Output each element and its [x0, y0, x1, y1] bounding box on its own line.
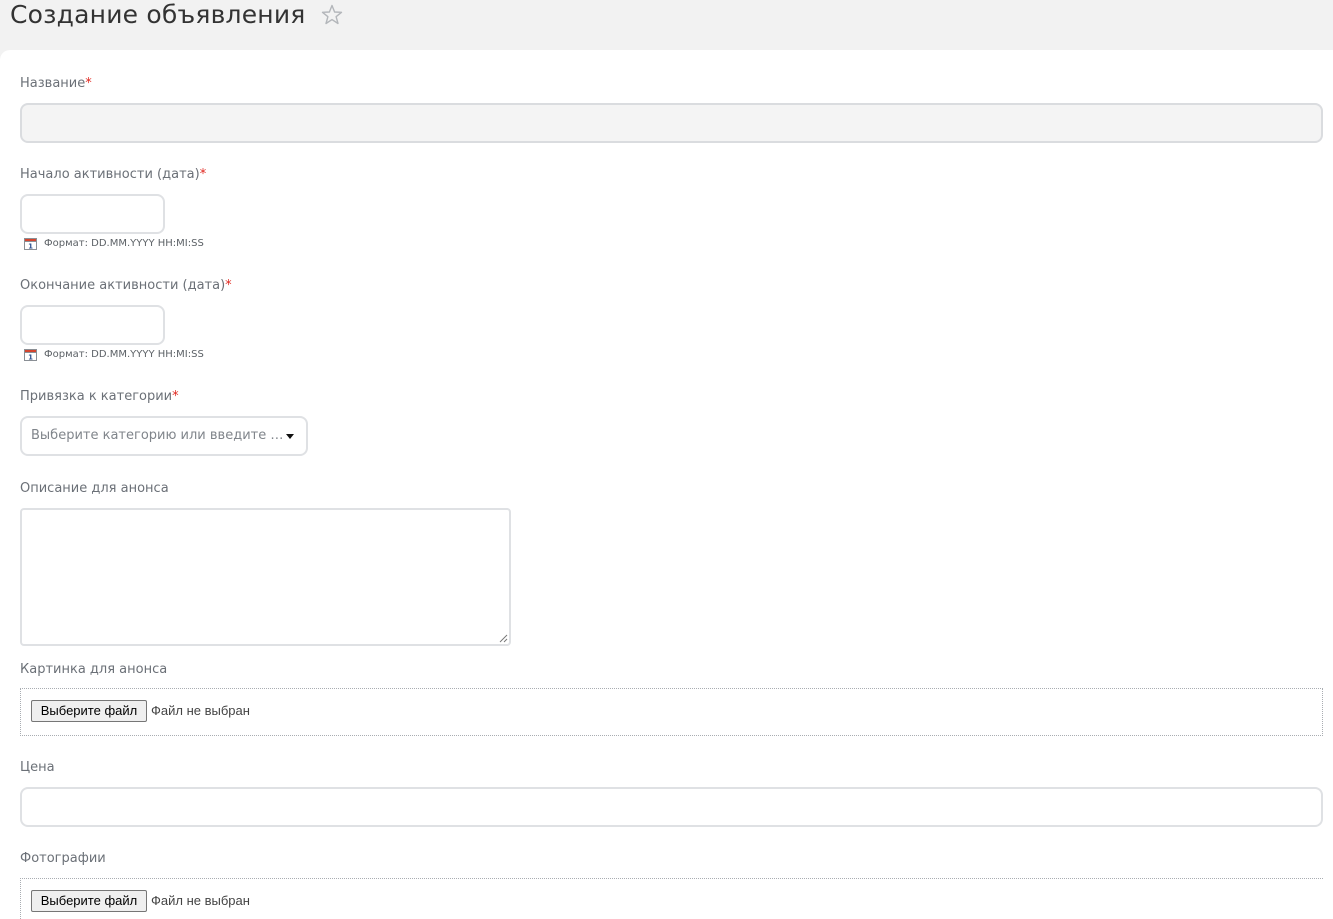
- category-select[interactable]: Выберите категорию или введите название: [20, 416, 308, 456]
- form-card: Название* Начало активности (дата)* 1 Фо…: [0, 50, 1333, 919]
- svg-text:1: 1: [28, 354, 33, 362]
- file-status-text: Файл не выбран: [151, 893, 250, 908]
- title-input[interactable]: [20, 103, 1323, 143]
- active-to-input[interactable]: [20, 305, 165, 345]
- caret-down-icon[interactable]: [286, 434, 294, 439]
- choose-file-button[interactable]: Выберите файл: [31, 700, 147, 722]
- svg-text:1: 1: [28, 243, 33, 251]
- format-hint-text: Формат: DD.MM.YYYY HH:MI:SS: [44, 237, 204, 249]
- title-label: Название*: [20, 76, 92, 91]
- preview-picture-file-box: Выберите файл Файл не выбран: [20, 688, 1323, 736]
- price-input[interactable]: [20, 787, 1323, 827]
- photos-file-box: Выберите файл Файл не выбран: [20, 878, 1323, 919]
- required-mark: *: [85, 76, 92, 91]
- active-to-label: Окончание активности (дата)*: [20, 278, 232, 293]
- star-icon[interactable]: [320, 3, 344, 27]
- price-label: Цена: [20, 760, 55, 775]
- preview-picture-label: Картинка для анонса: [20, 662, 168, 677]
- category-label: Привязка к категории*: [20, 389, 179, 404]
- resize-grip-icon[interactable]: [499, 634, 508, 643]
- format-hint-text: Формат: DD.MM.YYYY HH:MI:SS: [44, 348, 204, 360]
- file-status-text: Файл не выбран: [151, 703, 250, 718]
- active-from-hint: 1 Формат: DD.MM.YYYY HH:MI:SS: [24, 237, 204, 250]
- page-header: Создание объявления: [0, 0, 1333, 50]
- calendar-icon[interactable]: 1: [24, 237, 37, 250]
- required-mark: *: [199, 167, 207, 182]
- preview-text-label: Описание для анонса: [20, 481, 169, 496]
- calendar-icon[interactable]: 1: [24, 348, 37, 361]
- required-mark: *: [225, 278, 232, 293]
- active-from-input[interactable]: [20, 194, 165, 234]
- active-from-label: Начало активности (дата)*: [20, 167, 207, 182]
- photos-label: Фотографии: [20, 851, 106, 866]
- page-title: Создание объявления: [10, 0, 306, 29]
- active-to-hint: 1 Формат: DD.MM.YYYY HH:MI:SS: [24, 348, 204, 361]
- choose-file-button[interactable]: Выберите файл: [31, 890, 147, 912]
- preview-text-textarea[interactable]: [20, 508, 511, 646]
- required-mark: *: [172, 389, 179, 404]
- category-select-placeholder: Выберите категорию или введите название: [31, 428, 285, 443]
